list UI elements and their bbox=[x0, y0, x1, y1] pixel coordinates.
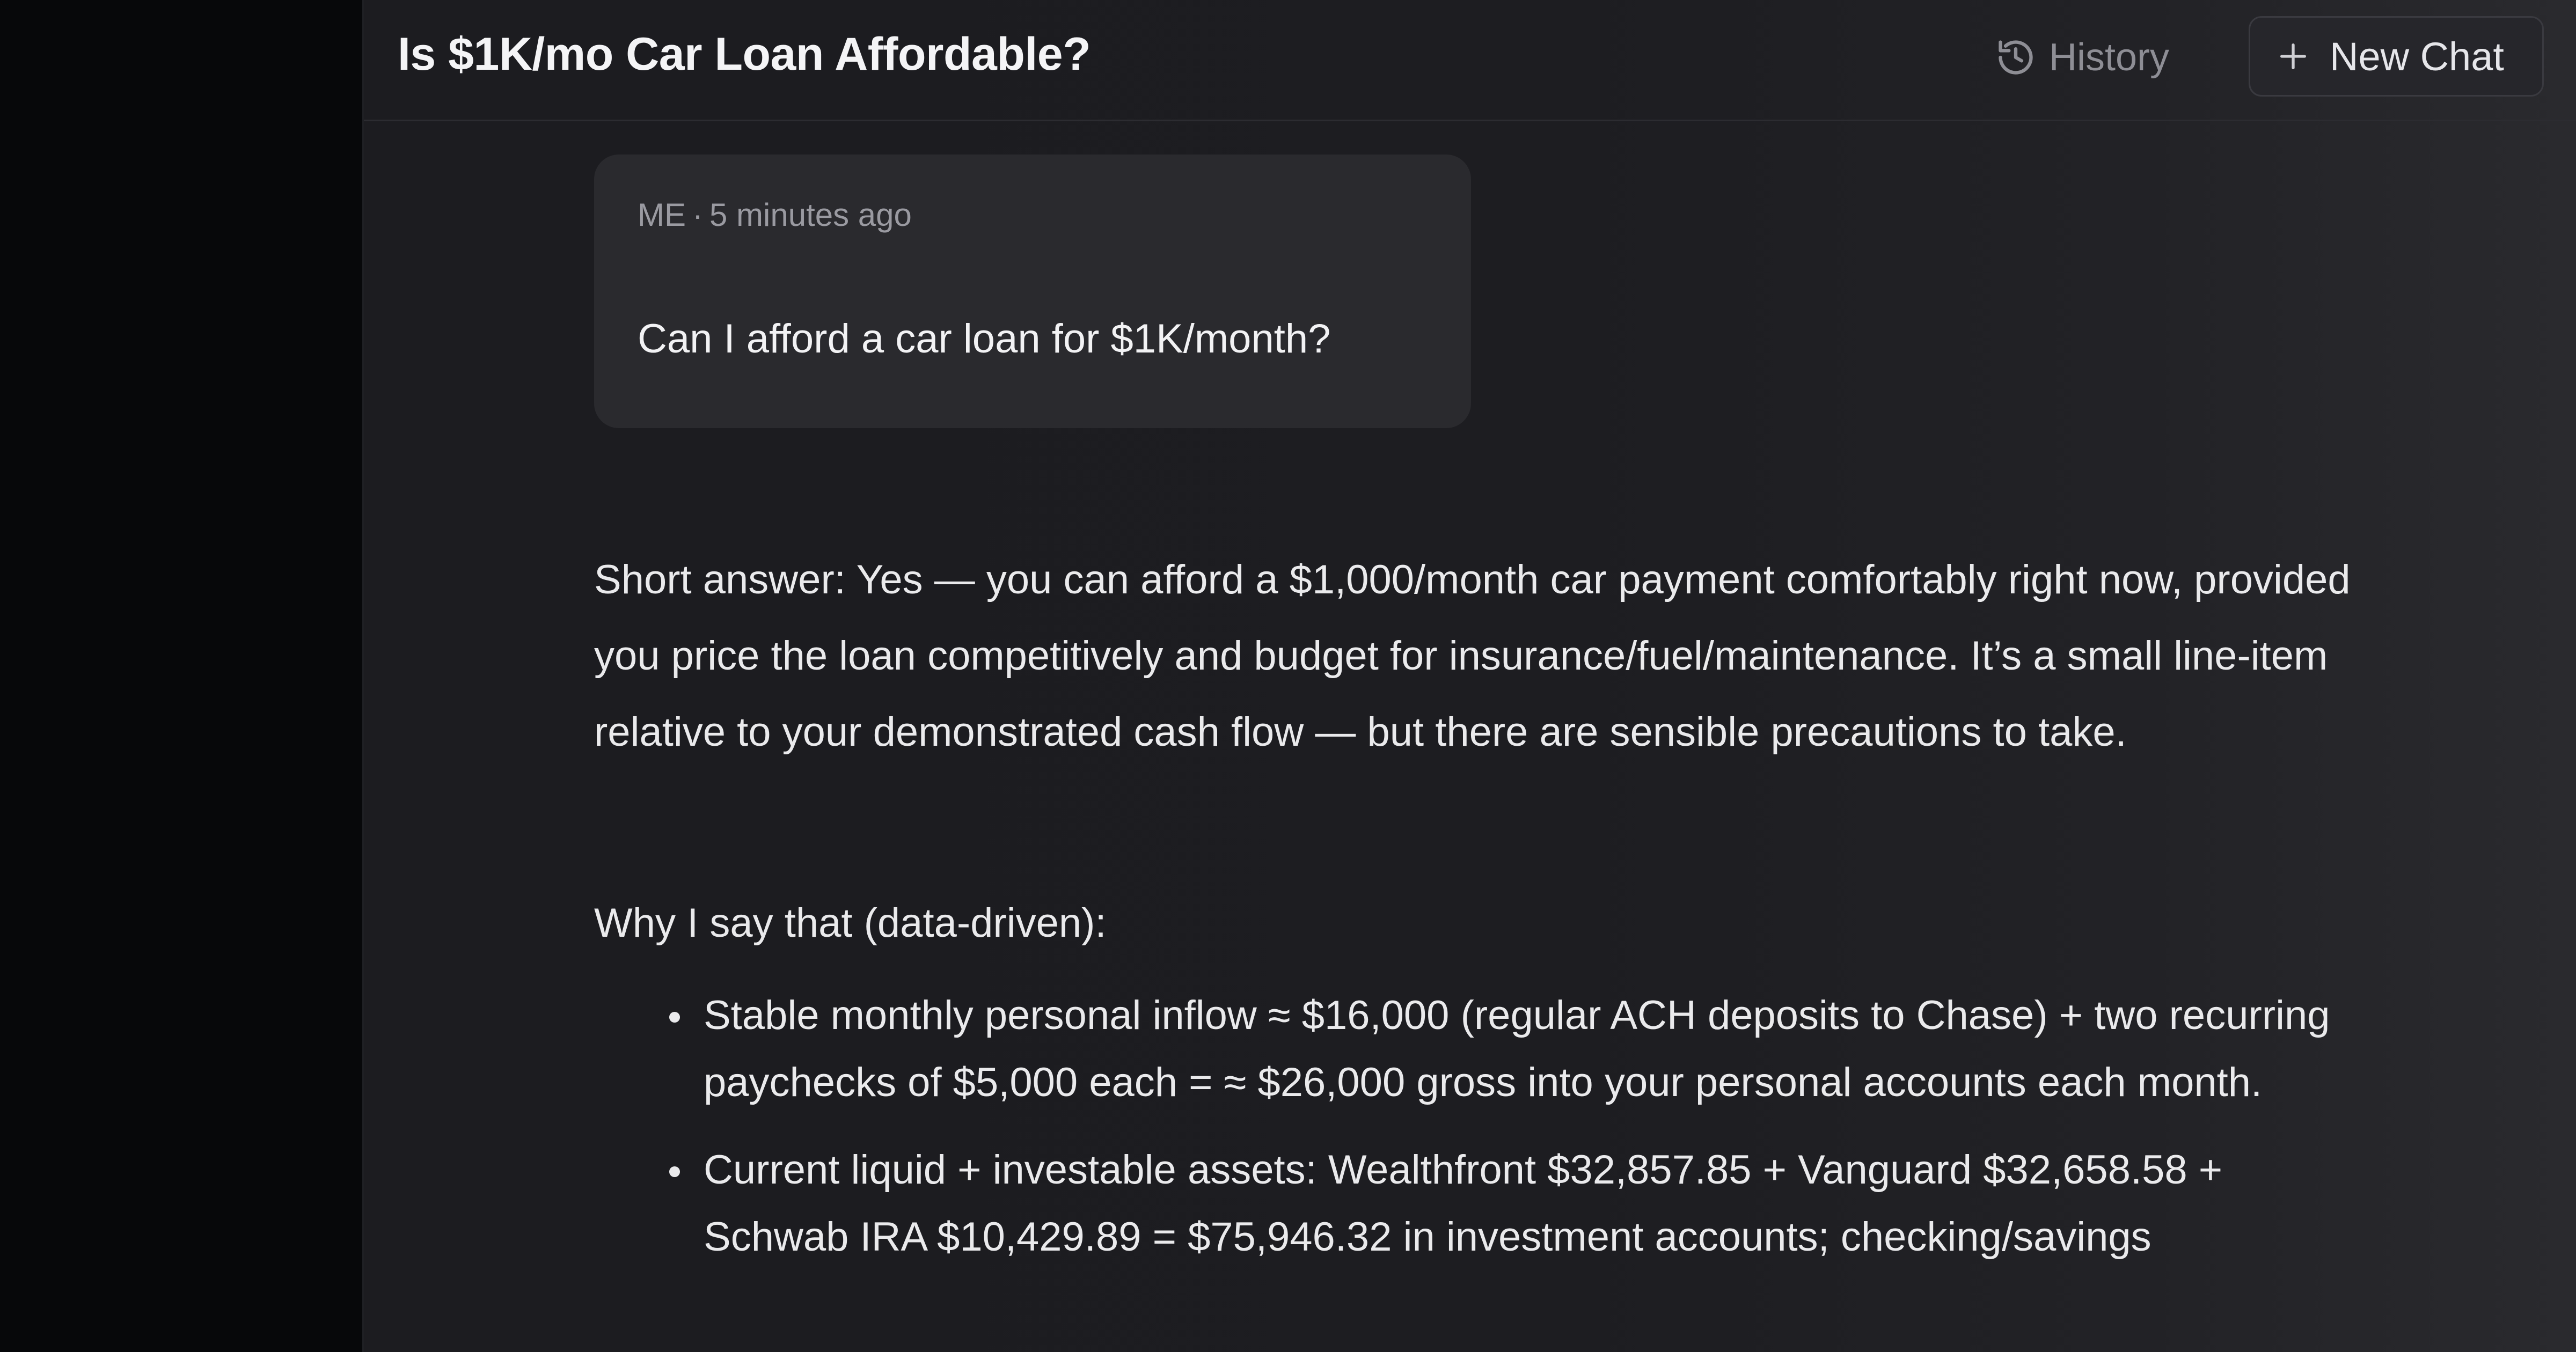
chat-pane: Is $1K/mo Car Loan Affordable? History N… bbox=[364, 0, 2576, 1352]
list-item: Current liquid + investable assets: Weal… bbox=[594, 1136, 2365, 1270]
message-author: ME bbox=[638, 197, 686, 233]
new-chat-label: New Chat bbox=[2330, 34, 2504, 79]
history-icon bbox=[1999, 40, 2033, 75]
plus-icon bbox=[2280, 43, 2306, 69]
list-item: Stable monthly personal inflow ≈ $16,000… bbox=[594, 982, 2365, 1116]
user-message-text: Can I afford a car loan for $1K/month? bbox=[638, 316, 1331, 362]
meta-separator: · bbox=[692, 197, 703, 233]
section-heading: Why I say that (data-driven): bbox=[594, 900, 1107, 946]
user-message-card: ME · 5 minutes ago Can I afford a car loan… bbox=[594, 155, 1471, 428]
history-button[interactable]: History bbox=[1995, 28, 2169, 87]
assistant-message: Short answer: Yes — you can afford a $1,… bbox=[594, 542, 2365, 1260]
history-label: History bbox=[2049, 36, 2170, 79]
new-chat-button[interactable]: New Chat bbox=[2249, 16, 2544, 97]
left-rail bbox=[0, 0, 364, 1352]
assistant-intro: Short answer: Yes — you can afford a $1,… bbox=[594, 557, 2351, 755]
top-bar: Is $1K/mo Car Loan Affordable? History N… bbox=[364, 0, 2576, 121]
chat-title: Is $1K/mo Car Loan Affordable? bbox=[398, 28, 1091, 80]
message-meta: ME · 5 minutes ago bbox=[638, 196, 912, 233]
bullet-list: Stable monthly personal inflow ≈ $16,000… bbox=[594, 982, 2365, 1291]
message-timestamp: 5 minutes ago bbox=[709, 197, 912, 233]
